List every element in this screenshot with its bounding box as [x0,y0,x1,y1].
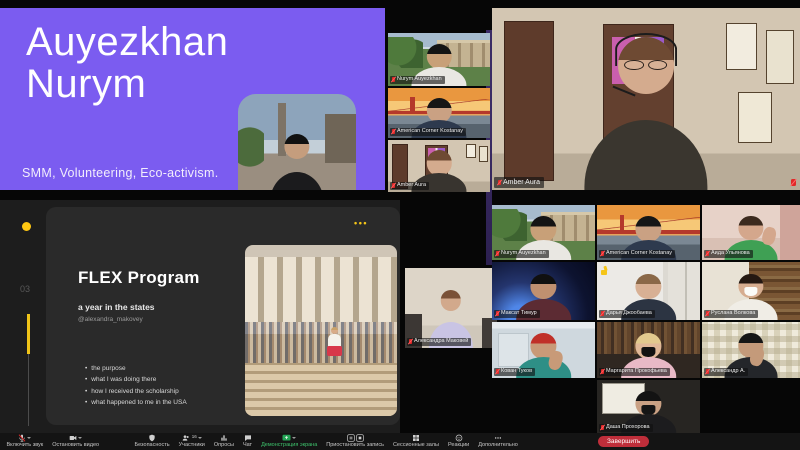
chevron-up-icon[interactable] [27,437,31,441]
participant-nametag: American Corner Kostanay [390,128,466,137]
end-meeting-button[interactable]: Завершить [598,436,649,447]
slide-bullet-list: the purpose what I was doing there how I… [85,363,187,409]
slide-title: FLEX Program [78,268,200,288]
video-tile-grid-american-corner[interactable]: American Corner Kostanay [597,205,700,260]
screen-share-button[interactable]: Демонстрация экрана [261,434,317,449]
participant-nametag: Руслана Волкова [704,310,758,319]
video-tile-speaker-amber[interactable]: Amber Aura [492,8,800,190]
security-button[interactable]: Безопасность [135,434,170,449]
mic-muted-icon [706,251,709,256]
video-tile-nurym[interactable]: Nurym Auyezkhan [388,33,490,86]
participant-nametag: Amber Aura [390,182,429,191]
participant-nametag: Amber Aura [494,177,544,188]
record-controls-button[interactable]: Приостановить запись [326,434,384,449]
participant-nametag: Александр А. [704,368,748,377]
bullet-item: how I received the scholarship [85,386,187,397]
menu-dots-decoration: ••• [354,218,368,228]
breakout-rooms-button[interactable]: Сессионные залы [393,434,439,449]
room-background [405,268,497,348]
participant-nametag: Дарья Джообаева [599,310,655,319]
yellow-line-decoration [27,314,30,354]
participant-nametag: Максат Тимур [494,310,540,319]
participant-nametag: Даша Прохорова [599,424,653,433]
participant-nametag: Александра Маковей [407,338,471,347]
participant-nametag: Маргарита Прокофьева [599,368,670,377]
participant-nametag: American Corner Kostanay [599,250,675,259]
yellow-dot-decoration [22,222,31,231]
video-tile-amber-small[interactable]: Amber Aura [388,140,490,192]
video-tile-grid-dasha[interactable]: Даша Прохорова [597,380,700,434]
video-tile-grid-nurym[interactable]: Nurym Auyezkhan [492,205,595,260]
mic-muted-icon [496,369,499,374]
zoom-meeting-window: Auyezkhan Nurym SMM, Volunteering, Eco-a… [0,0,800,450]
video-tile-grid-kovan[interactable]: Кован Туков [492,322,595,378]
slide-subtitle: SMM, Volunteering, Eco-activism. [22,166,218,180]
office-background [492,8,800,190]
instagram-handle: @alexandra_makovey [78,316,143,323]
video-tile-grid-margarita[interactable]: Маргарита Прокофьева [597,322,700,378]
more-button[interactable]: Дополнительно [478,434,518,449]
bullet-item: what happened to me in the USA [85,397,187,408]
mic-muted-icon [791,179,796,186]
shared-slide-flex: 03 ••• FLEX Program a year in the states… [0,200,400,433]
mic-muted-icon [601,369,604,374]
chevron-up-icon[interactable] [292,437,296,441]
mic-muted-icon [601,311,604,316]
bullet-item: what I was doing there [85,374,187,385]
polls-button[interactable]: Опросы [214,434,234,449]
slide-subtitle: a year in the states [78,302,155,312]
mic-muted-icon [706,311,709,316]
mic-muted-icon [496,311,499,316]
reactions-button[interactable]: Реакции [448,434,469,449]
participants-button[interactable]: 16 Участники [179,434,205,449]
chevron-up-icon[interactable] [78,437,82,441]
participant-nametag: Кован Туков [494,368,535,377]
slide-title: Auyezkhan Nurym [26,22,228,105]
slide-number: 03 [20,284,30,294]
gray-line-decoration [28,354,29,426]
chat-button[interactable]: Чат [243,434,252,449]
video-tile-grid-aida[interactable]: Аида Ульянова [702,205,800,260]
video-tile-grid-maksat[interactable]: Максат Тимур [492,262,595,320]
participants-count: 16 [192,434,197,439]
mic-muted-icon [496,251,499,256]
video-tile-grid-alexandr[interactable]: Александр А. [702,322,800,378]
mic-muted-icon [409,339,412,344]
mic-muted-icon [392,77,395,82]
video-tile-alexandra[interactable]: Александра Маковей [405,268,497,348]
thumbs-up-reaction-icon [601,266,610,275]
mic-muted-icon [392,183,395,188]
unmute-button[interactable]: Включить звук [7,434,44,449]
stop-video-button[interactable]: Остановить видео [52,434,99,449]
shared-slide-intro: Auyezkhan Nurym SMM, Volunteering, Eco-a… [0,8,385,190]
zoom-toolbar: Включить звук Остановить видео Безопасно… [0,433,800,450]
participant-nametag: Аида Ульянова [704,250,753,259]
participant-nametag: Nurym Auyezkhan [390,76,445,85]
participant-nametag: Nurym Auyezkhan [494,250,549,259]
mic-muted-icon [601,425,604,430]
chevron-up-icon[interactable] [198,437,202,441]
video-tile-american-corner[interactable]: American Corner Kostanay [388,88,490,138]
mic-muted-icon [601,251,604,256]
mic-muted-icon [498,180,501,185]
slide-photo-memorial [245,245,397,416]
video-tile-grid-ruslana[interactable]: Руслана Волкова [702,262,800,320]
slide-photo-person [238,94,356,190]
bullet-item: the purpose [85,363,187,374]
mic-muted-icon [392,129,395,134]
video-tile-grid-darya[interactable]: Дарья Джообаева [597,262,700,320]
mic-muted-icon [706,369,709,374]
